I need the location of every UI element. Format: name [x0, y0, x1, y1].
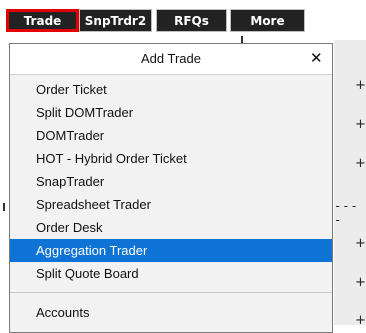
tab-rfqs[interactable]: RFQs: [156, 9, 227, 32]
add-trade-menu: Add Trade ✕ Order Ticket Split DOMTrader…: [9, 43, 333, 333]
dash-marker: ----: [334, 199, 359, 227]
plus-marker: +: [355, 78, 366, 93]
close-icon[interactable]: ✕: [310, 49, 323, 67]
menu-item-domtrader[interactable]: DOMTrader: [10, 124, 332, 147]
divider-tick: [241, 36, 243, 43]
tab-more[interactable]: More: [230, 9, 305, 32]
tab-bar: Trade SnpTrdr2 RFQs More: [0, 0, 366, 40]
menu-item-accounts[interactable]: Accounts: [10, 301, 332, 324]
plus-marker: +: [355, 156, 366, 171]
menu-item-split-domtrader[interactable]: Split DOMTrader: [10, 101, 332, 124]
menu-item-order-desk[interactable]: Order Desk: [10, 216, 332, 239]
plus-marker: +: [355, 117, 366, 132]
menu-separator: [10, 292, 332, 293]
menu-item-spreadsheet-trader[interactable]: Spreadsheet Trader: [10, 193, 332, 216]
menu-header: Add Trade ✕: [10, 44, 332, 75]
menu-item-split-quote-board[interactable]: Split Quote Board: [10, 262, 332, 285]
left-tick: [3, 203, 5, 211]
tab-trade[interactable]: Trade: [6, 9, 79, 32]
menu-title: Add Trade: [141, 51, 201, 66]
menu-item-hot-order-ticket[interactable]: HOT - Hybrid Order Ticket: [10, 147, 332, 170]
menu-item-aggregation-trader[interactable]: Aggregation Trader: [10, 239, 332, 262]
plus-marker: +: [355, 275, 366, 290]
tab-snptrdr2[interactable]: SnpTrdr2: [79, 9, 152, 32]
plus-marker: +: [355, 313, 366, 328]
menu-item-snaptrader[interactable]: SnapTrader: [10, 170, 332, 193]
menu-item-order-ticket[interactable]: Order Ticket: [10, 78, 332, 101]
plus-marker: +: [355, 236, 366, 251]
